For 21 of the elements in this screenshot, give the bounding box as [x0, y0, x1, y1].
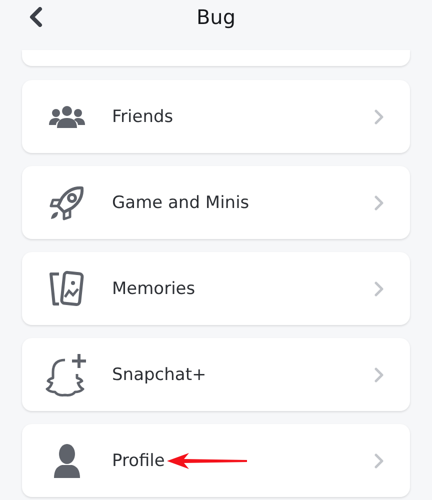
menu-item[interactable]: Snapchat+ [22, 338, 410, 411]
menu-label: Game and Minis [112, 192, 250, 212]
chevron-icon [374, 194, 384, 210]
screen-title: Bug [196, 5, 236, 29]
menu-item[interactable]: Memories [22, 252, 410, 325]
menu-item[interactable]: Friends [22, 80, 410, 153]
people-icon [49, 104, 85, 128]
menu-label: Friends [112, 106, 174, 126]
menu-label: Memories [112, 278, 196, 298]
chevron-icon [374, 108, 384, 124]
menu-label: Profile [112, 450, 165, 470]
back-icon[interactable] [29, 7, 43, 27]
person-icon [53, 444, 81, 478]
chevron-icon [374, 452, 384, 468]
menu-item[interactable]: Game and Minis [22, 166, 410, 239]
chevron-icon [374, 280, 384, 296]
menu-item[interactable]: Profile [22, 424, 410, 497]
chevron-icon [374, 366, 384, 382]
menu-label: Snapchat+ [112, 364, 206, 384]
rocket-icon [48, 184, 86, 222]
ghost-plus-icon [45, 352, 89, 398]
